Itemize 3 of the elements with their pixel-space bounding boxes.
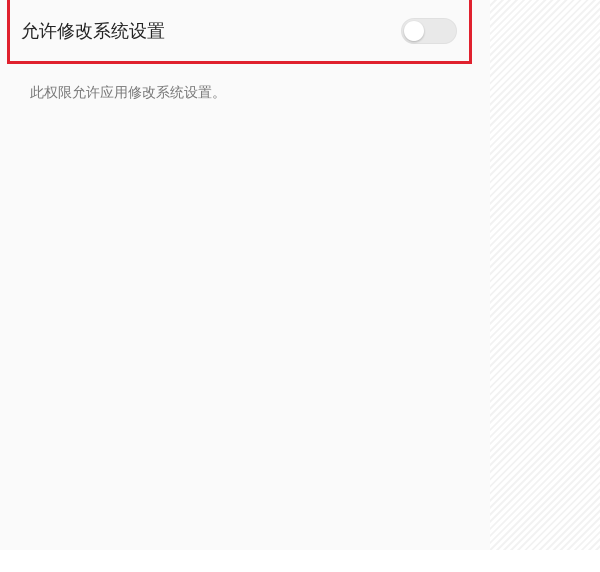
toggle-switch[interactable] (401, 18, 457, 44)
description-text: 此权限允许应用修改系统设置。 (30, 84, 227, 102)
setting-label: 允许修改系统设置 (21, 20, 165, 42)
